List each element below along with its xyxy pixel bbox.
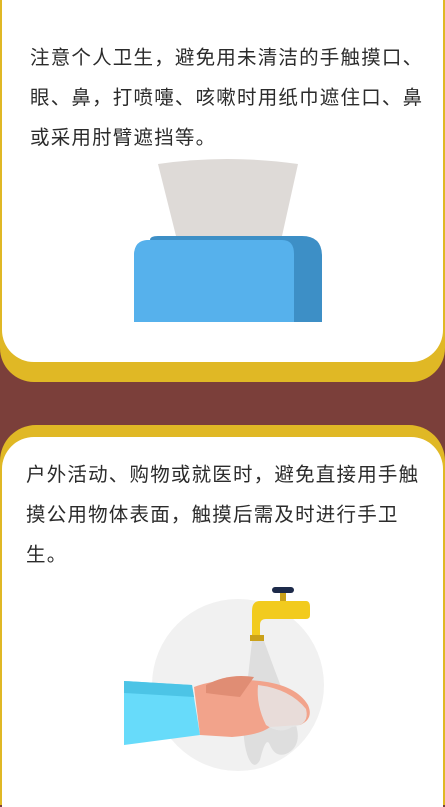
hand-washing-icon — [124, 587, 324, 771]
hygiene-tip-text-2: 户外活动、购物或就医时，避免直接用手触摸公用物体表面，触摸后需及时进行手卫生。 — [26, 463, 420, 566]
hygiene-tip-text-1: 注意个人卫生，避免用未清洁的手触摸口、眼、鼻，打喷嚏、咳嗽时用纸巾遮住口、鼻或采… — [30, 46, 424, 149]
tissue-box-icon — [134, 159, 322, 322]
